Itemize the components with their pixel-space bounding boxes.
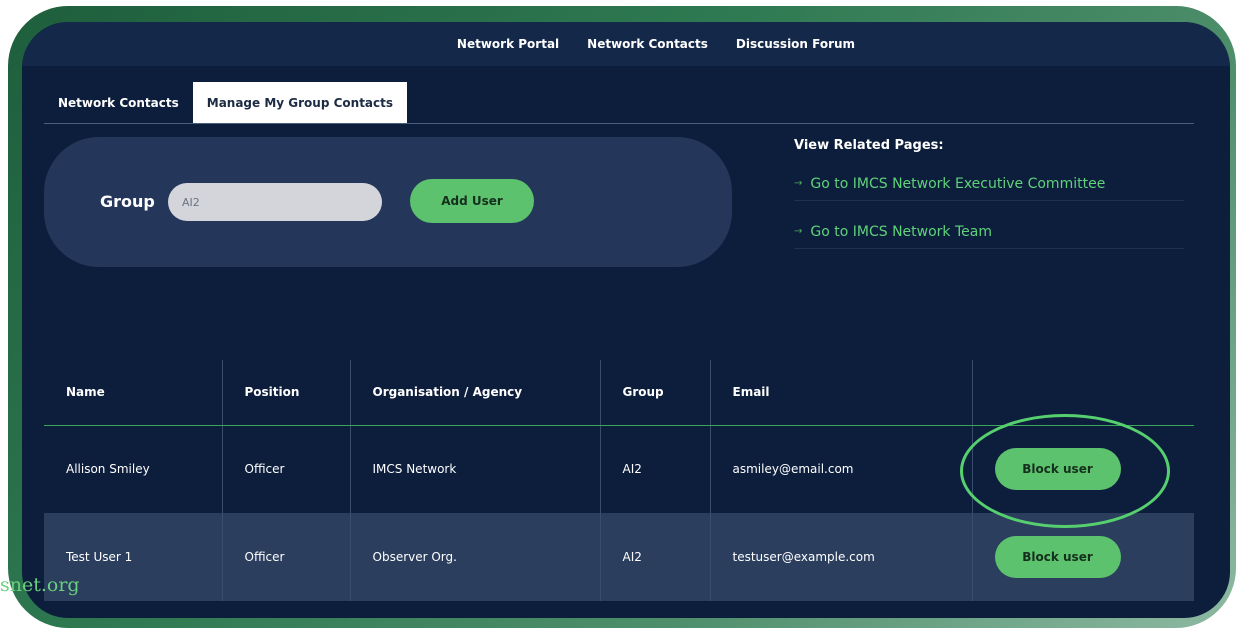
cell-email: asmiley@email.com [710, 425, 973, 513]
cell-action: Block user [972, 513, 1194, 601]
column-header-actions [972, 360, 1194, 426]
related-pages: View Related Pages: → Go to IMCS Network… [794, 138, 1184, 263]
watermark: snet.org [0, 574, 80, 596]
related-pages-title: View Related Pages: [794, 138, 944, 153]
column-header-organisation: Organisation / Agency [350, 360, 601, 426]
cell-organisation: Observer Org. [350, 513, 601, 601]
nav-discussion-forum[interactable]: Discussion Forum [736, 37, 855, 51]
column-header-name: Name [44, 360, 223, 426]
cell-organisation: IMCS Network [350, 425, 601, 513]
tab-manage-my-group-contacts[interactable]: Manage My Group Contacts [192, 82, 408, 124]
tab-bar: Network Contacts Manage My Group Contact… [44, 82, 408, 124]
nav-network-portal[interactable]: Network Portal [457, 37, 559, 51]
column-header-position: Position [222, 360, 351, 426]
cell-position: Officer [222, 425, 351, 513]
column-header-group: Group [600, 360, 711, 426]
app-screen: Network Portal Network Contacts Discussi… [22, 22, 1230, 618]
link-executive-committee-label: Go to IMCS Network Executive Committee [810, 175, 1106, 192]
add-user-button[interactable]: Add User [410, 179, 534, 223]
nav-network-contacts[interactable]: Network Contacts [587, 37, 708, 51]
group-input[interactable] [168, 183, 382, 221]
table-row: Allison Smiley Officer IMCS Network AI2 … [44, 425, 1194, 513]
link-network-team[interactable]: → Go to IMCS Network Team [794, 215, 1184, 249]
table-row: Test User 1 Officer Observer Org. AI2 te… [44, 513, 1194, 601]
arrow-right-icon: → [794, 178, 803, 189]
cell-email: testuser@example.com [710, 513, 973, 601]
block-user-button[interactable]: Block user [994, 448, 1121, 491]
block-user-button[interactable]: Block user [994, 536, 1121, 578]
cell-position: Officer [222, 513, 351, 601]
cell-group: AI2 [600, 425, 711, 513]
contacts-table: Name Position Organisation / Agency Grou… [44, 360, 1194, 601]
column-header-email: Email [710, 360, 973, 426]
tab-divider [44, 123, 1194, 124]
link-executive-committee[interactable]: → Go to IMCS Network Executive Committee [794, 167, 1184, 201]
group-panel: Group Add User [44, 137, 732, 267]
arrow-right-icon: → [794, 226, 803, 237]
table-header-row: Name Position Organisation / Agency Grou… [44, 360, 1194, 426]
group-label: Group [100, 192, 155, 211]
cell-name: Allison Smiley [44, 425, 223, 513]
cell-action: Block user [972, 425, 1194, 513]
cell-group: AI2 [600, 513, 711, 601]
top-navigation: Network Portal Network Contacts Discussi… [22, 22, 1230, 66]
tab-network-contacts[interactable]: Network Contacts [44, 82, 193, 124]
link-network-team-label: Go to IMCS Network Team [810, 223, 992, 240]
